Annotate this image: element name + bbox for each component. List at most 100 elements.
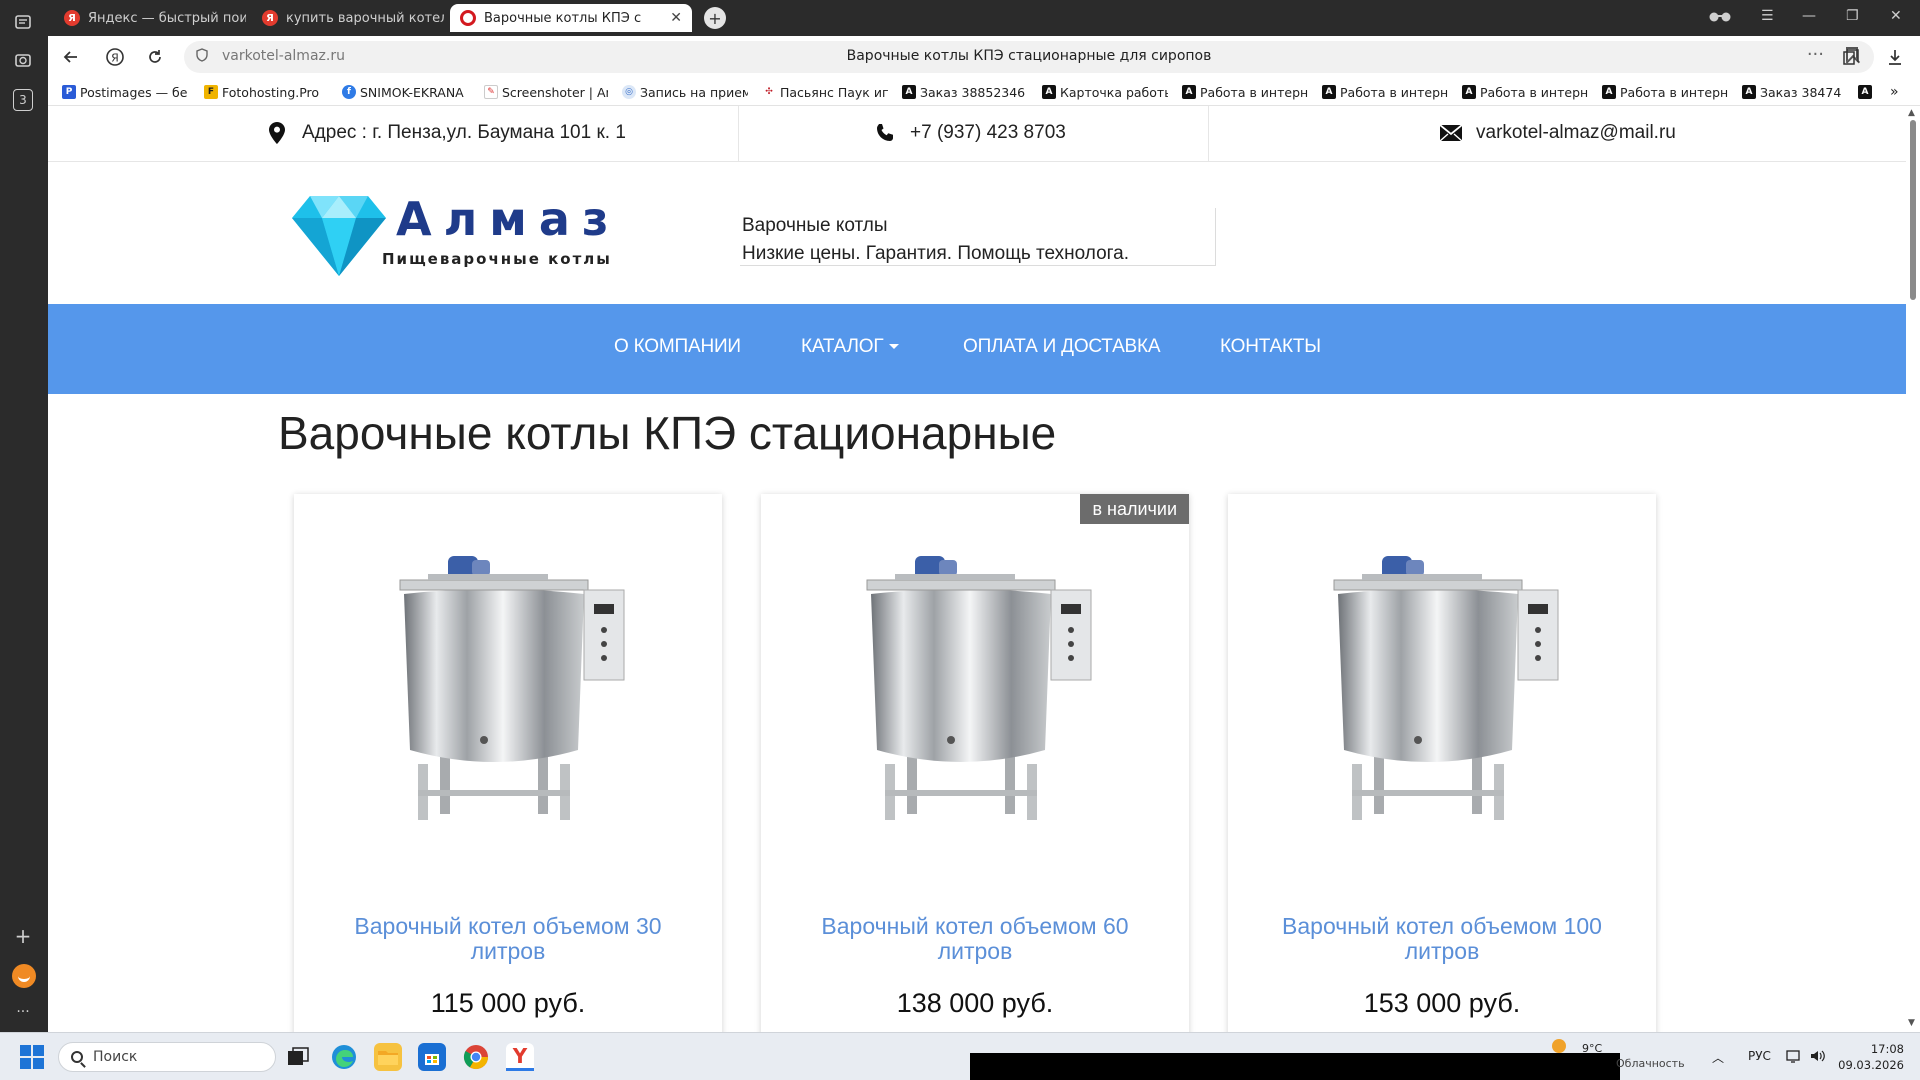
tray-expand-icon[interactable]: ︿ [1712, 1049, 1724, 1066]
scroll-up-icon[interactable]: ▲ [1908, 108, 1915, 118]
tabs-panel-icon[interactable] [11, 10, 35, 34]
browser-side-rail: 3 + ··· [0, 0, 48, 1032]
system-clock[interactable]: 17:08 09.03.2026 [1838, 1041, 1904, 1073]
close-window-icon[interactable]: ✕ [1890, 8, 1902, 24]
cooking-kettle-image [1333, 556, 1559, 820]
author24-icon: A [1602, 85, 1616, 99]
yandex-home-icon[interactable]: Я [104, 46, 126, 68]
product-price: 153 000 руб. [1363, 988, 1521, 1018]
author24-icon: A [1858, 85, 1872, 99]
product-card[interactable]: Варочный котел объемом 100 литров 153 00… [1228, 494, 1656, 1032]
tab-search-results[interactable]: Я купить варочный котел а [252, 4, 444, 32]
screenshoter-icon: ✎ [484, 85, 498, 99]
author24-icon: A [1742, 85, 1756, 99]
bookmark-item[interactable]: A Работа в интерне [1602, 83, 1728, 101]
weather-icon[interactable] [1552, 1039, 1566, 1053]
more-icon[interactable]: ··· [11, 1000, 35, 1024]
edge-browser-icon[interactable] [330, 1043, 358, 1071]
tab-current[interactable]: Варочные котлы КПЭ с ✕ [450, 4, 692, 32]
page-scrollbar[interactable]: ▲ ▼ [1906, 106, 1920, 1032]
bookmark-item[interactable]: ✣ Пасьянс Паук игр [762, 83, 888, 101]
address-bar[interactable]: varkotel-almaz.ru Варочные котлы КПЭ ста… [184, 41, 1874, 73]
bookmark-item[interactable]: A [1858, 83, 1876, 101]
scroll-down-icon[interactable]: ▼ [1908, 1018, 1915, 1028]
bookmark-item[interactable]: A Карточка работы [1042, 83, 1168, 101]
bookmark-item[interactable]: F Fotohosting.Pro - [204, 83, 322, 101]
menu-icon[interactable]: ☰ [1761, 8, 1774, 24]
tagline-line-1: Варочные котлы [742, 215, 888, 236]
network-icon[interactable] [1786, 1049, 1802, 1066]
tab-label: купить варочный котел а [286, 10, 444, 26]
reload-icon[interactable] [144, 46, 166, 68]
microsoft-store-icon[interactable] [418, 1043, 446, 1071]
author24-icon: A [1042, 85, 1056, 99]
add-panel-icon[interactable]: + [11, 924, 35, 948]
product-name-link[interactable]: Варочный котел объемом 100 литров [1248, 914, 1636, 964]
contact-bar: Адрес : г. Пенза,ул. Баумана 101 к. 1 +7… [48, 106, 1906, 162]
back-icon[interactable] [60, 46, 82, 68]
cooking-kettle-image [866, 556, 1092, 820]
new-tab-button[interactable]: + [704, 7, 726, 29]
nav-catalog[interactable]: КАТАЛОГ [801, 336, 900, 358]
more-bookmarks-button[interactable]: » [1890, 83, 1908, 101]
task-view-icon[interactable] [284, 1043, 312, 1071]
email-info[interactable]: varkotel-almaz@mail.ru [1440, 122, 1676, 144]
bookmark-item[interactable]: A Работа в интерне [1462, 83, 1588, 101]
collections-icon[interactable] [1840, 46, 1862, 68]
shield-icon[interactable] [196, 48, 208, 66]
bookmark-item[interactable]: P Postimages — бес [62, 83, 188, 101]
bookmark-item[interactable]: A Работа в интерне [1182, 83, 1308, 101]
file-explorer-icon[interactable] [374, 1043, 402, 1071]
reader-mode-icon[interactable] [1708, 8, 1732, 27]
site-favicon-icon [460, 10, 476, 26]
bookmark-item[interactable]: ◎ Запись на прием [622, 83, 748, 101]
more-actions-icon[interactable]: ··· [1807, 44, 1824, 65]
tab-groups-button[interactable]: 3 [11, 88, 35, 112]
windows-start-icon[interactable] [20, 1045, 44, 1069]
scroll-thumb[interactable] [1910, 120, 1916, 300]
windows-taskbar: Поиск Y 9°C Облачность ︿ РУС 17:08 09.03… [0, 1032, 1920, 1080]
yandex-favicon-icon: Я [262, 10, 278, 26]
nav-about[interactable]: О КОМПАНИИ [614, 336, 741, 358]
weather-text: Облачность [1616, 1057, 1685, 1070]
site-logo[interactable]: Алмаз Пищеварочные котлы [292, 190, 622, 280]
close-tab-icon[interactable]: ✕ [664, 10, 682, 26]
url-text: varkotel-almaz.ru [222, 48, 345, 64]
minimize-icon[interactable]: — [1802, 8, 1816, 24]
phone-info[interactable]: +7 (937) 423 8703 [874, 122, 1066, 144]
bookmark-item[interactable]: f SNIMOK-EKRANA [342, 83, 468, 101]
contact-divider [1208, 106, 1209, 162]
bookmark-item[interactable]: ✎ Screenshoter | An [484, 83, 608, 101]
language-indicator[interactable]: РУС [1748, 1049, 1771, 1063]
taskbar-search[interactable]: Поиск [58, 1042, 276, 1072]
restore-icon[interactable]: ❐ [1846, 8, 1859, 24]
product-card[interactable]: Варочный котел объемом 30 литров 115 000… [294, 494, 722, 1032]
search-icon [71, 1051, 83, 1063]
alice-assistant-icon[interactable] [12, 964, 36, 988]
tab-yandex[interactable]: Я Яндекс — быстрый поиск [54, 4, 246, 32]
nav-contacts[interactable]: КОНТАКТЫ [1220, 336, 1321, 358]
weather-temp: 9°C [1582, 1042, 1603, 1055]
product-card[interactable]: в наличии Варочный котел объемом 60 литр… [761, 494, 1189, 1032]
clock-date: 09.03.2026 [1838, 1058, 1904, 1072]
page-title-in-omnibox: Варочные котлы КПЭ стационарные для сиро… [846, 48, 1212, 64]
postimages-icon: P [62, 85, 76, 99]
solitaire-icon: ✣ [762, 85, 776, 99]
nav-payment-delivery[interactable]: ОПЛАТА И ДОСТАВКА [963, 336, 1161, 358]
tagline-line-2: Низкие цены. Гарантия. Помощь технолога. [742, 243, 1130, 264]
bookmark-item[interactable]: A Заказ 38852346 / [902, 83, 1028, 101]
bookmarks-bar: P Postimages — бес F Fotohosting.Pro - f SN… [48, 78, 1920, 106]
bookmark-item[interactable]: A Заказ 384746 [1742, 83, 1842, 101]
chrome-icon[interactable] [462, 1043, 490, 1071]
tab-strip: Я Яндекс — быстрый поиск Я купить варочн… [48, 0, 1920, 36]
bookmark-item[interactable]: A Работа в интерне [1322, 83, 1448, 101]
downloads-icon[interactable] [1884, 46, 1906, 68]
product-name-link[interactable]: Варочный котел объемом 60 литров [781, 914, 1169, 964]
product-name-link[interactable]: Варочный котел объемом 30 литров [314, 914, 702, 964]
screenshot-icon[interactable] [11, 48, 35, 72]
product-price: 115 000 руб. [430, 988, 586, 1018]
volume-icon[interactable] [1810, 1049, 1826, 1066]
yandex-browser-icon[interactable]: Y [506, 1043, 534, 1071]
page-title: Варочные котлы КПЭ стационарные [278, 407, 1057, 459]
nav-catalog-label: КАТАЛОГ [801, 336, 884, 357]
